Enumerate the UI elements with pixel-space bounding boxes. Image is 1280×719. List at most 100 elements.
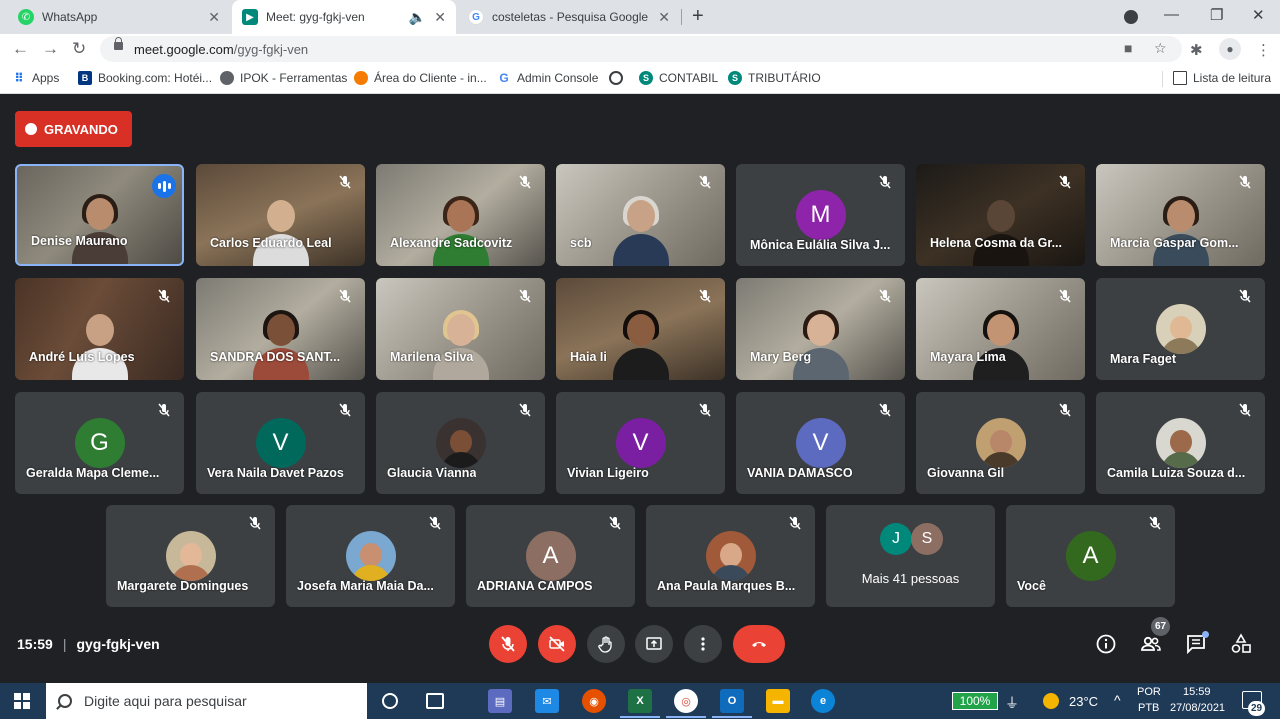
bookmark-contabil[interactable]: S CONTABIL: [639, 71, 718, 85]
participant-tile[interactable]: M Mônica Eulália Silva J...: [736, 164, 905, 266]
back-button[interactable]: ←: [12, 39, 29, 59]
participant-tile[interactable]: Margarete Domingues: [106, 505, 275, 607]
file-explorer-icon[interactable]: ▬: [766, 689, 790, 713]
address-bar[interactable]: meet.google.com/gyg-fgkj-ven ■ ☆: [100, 36, 1182, 62]
participant-tile[interactable]: V VANIA DAMASCO: [736, 392, 905, 494]
taskbar-search[interactable]: Digite aqui para pesquisar: [46, 683, 367, 719]
mic-muted-icon: [337, 402, 353, 418]
close-tab-icon[interactable]: ✕: [658, 9, 670, 26]
cortana-icon[interactable]: [382, 693, 398, 709]
windows-start-icon[interactable]: [14, 693, 30, 709]
bookmark-booking[interactable]: B Booking.com: Hotéi...: [78, 71, 212, 85]
meet-icon: ▶: [242, 9, 258, 25]
participant-tile[interactable]: Ana Paula Marques B...: [646, 505, 815, 607]
store-icon[interactable]: ▤: [488, 689, 512, 713]
close-tab-icon[interactable]: ✕: [434, 9, 446, 26]
new-tab-button[interactable]: +: [692, 5, 704, 28]
speaking-indicator-icon: [152, 174, 176, 198]
reading-list-button[interactable]: Lista de leitura: [1173, 71, 1271, 85]
participant-tile[interactable]: Haia Ii: [556, 278, 725, 380]
participant-tile[interactable]: Helena Cosma da Gr...: [916, 164, 1085, 266]
participant-tile[interactable]: Glaucia Vianna: [376, 392, 545, 494]
bookmark-tributario[interactable]: S TRIBUTÁRIO: [728, 71, 821, 85]
leave-call-button[interactable]: [733, 625, 785, 663]
battery-indicator[interactable]: 100%: [952, 692, 998, 710]
activities-button[interactable]: [1230, 633, 1252, 655]
participant-tile[interactable]: Josefa Maria Maia Da...: [286, 505, 455, 607]
participant-tile[interactable]: V Vera Naila Davet Pazos: [196, 392, 365, 494]
toggle-mic-button[interactable]: [489, 625, 527, 663]
s-logo-icon: S: [728, 71, 742, 85]
weather-icon[interactable]: [1043, 693, 1059, 709]
participants-button[interactable]: [1140, 633, 1162, 655]
participant-tile[interactable]: Denise Maurano: [15, 164, 184, 266]
video-feed: [792, 310, 849, 380]
minimize-button[interactable]: —: [1164, 6, 1179, 23]
participant-tile[interactable]: V Vivian Ligeiro: [556, 392, 725, 494]
language-bottom[interactable]: PTB: [1138, 702, 1159, 714]
self-tile[interactable]: A Você: [1006, 505, 1175, 607]
profile-avatar[interactable]: ●: [1219, 38, 1241, 60]
bookmark-ipok[interactable]: IPOK - Ferramentas: [220, 71, 347, 85]
bookmark-star-icon[interactable]: ☆: [1154, 40, 1167, 57]
reload-button[interactable]: ↻: [72, 39, 86, 59]
tab-whatsapp[interactable]: ✆ WhatsApp ✕: [8, 0, 230, 34]
edge-icon[interactable]: e: [811, 689, 835, 713]
task-view-icon[interactable]: [426, 693, 444, 709]
tab-google-search[interactable]: G costeletas - Pesquisa Google ✕: [458, 0, 680, 34]
participant-tile[interactable]: André Luis Lopes: [15, 278, 184, 380]
participant-tile[interactable]: Mara Faget: [1096, 278, 1265, 380]
meeting-code: gyg-fgkj-ven: [76, 636, 160, 652]
maximize-button[interactable]: ❐: [1210, 6, 1223, 24]
outlook-icon[interactable]: O: [712, 689, 752, 718]
more-participants-tile[interactable]: J S Mais 41 pessoas: [826, 505, 995, 607]
temperature[interactable]: 23°C: [1069, 694, 1098, 709]
clock-time[interactable]: 15:59: [1183, 686, 1211, 698]
participant-tile[interactable]: scb: [556, 164, 725, 266]
audio-playing-icon[interactable]: 🔈: [409, 9, 426, 26]
forward-button[interactable]: →: [42, 39, 59, 59]
camera-in-use-icon[interactable]: ■: [1124, 40, 1132, 56]
mail-icon[interactable]: ✉: [535, 689, 559, 713]
participant-tile[interactable]: Marcia Gaspar Gom...: [1096, 164, 1265, 266]
extensions-icon[interactable]: ✱: [1190, 41, 1203, 59]
participant-initial-avatar: V: [615, 418, 666, 468]
tab-meet[interactable]: ▶ Meet: gyg-fgkj-ven 🔈 ✕: [232, 0, 456, 34]
tab-search-icon[interactable]: [1124, 10, 1138, 24]
browser-menu-icon[interactable]: ⋮: [1256, 41, 1271, 59]
chrome-icon[interactable]: ◎: [666, 689, 706, 718]
raise-hand-button[interactable]: [587, 625, 625, 663]
close-tab-icon[interactable]: ✕: [208, 9, 220, 26]
mic-muted-icon: [156, 288, 172, 304]
participant-tile[interactable]: Mary Berg: [736, 278, 905, 380]
bookmark-admin-console[interactable]: G Admin Console: [497, 71, 598, 85]
bookmark-spiral[interactable]: [609, 71, 629, 85]
participant-tile[interactable]: Carlos Eduardo Leal: [196, 164, 365, 266]
bookmark-area-cliente[interactable]: Área do Cliente - in...: [354, 71, 487, 85]
chevron-up-icon[interactable]: ^: [1114, 692, 1121, 708]
mic-muted-icon: [877, 174, 893, 190]
language-top[interactable]: POR: [1137, 686, 1161, 698]
participant-name: Marcia Gaspar Gom...: [1110, 236, 1239, 250]
windows-taskbar: Digite aqui para pesquisar ▤ ✉ ◉ X ◎ O ▬…: [0, 683, 1280, 719]
clock-date[interactable]: 27/08/2021: [1170, 702, 1225, 714]
meeting-details-button[interactable]: [1095, 633, 1117, 655]
participant-tile[interactable]: Giovanna Gil: [916, 392, 1085, 494]
present-screen-button[interactable]: [635, 625, 673, 663]
participant-tile[interactable]: Marilena Silva: [376, 278, 545, 380]
close-window-button[interactable]: ✕: [1252, 6, 1265, 24]
participant-tile[interactable]: A ADRIANA CAMPOS: [466, 505, 635, 607]
participant-tile[interactable]: Alexandre Sadcovitz: [376, 164, 545, 266]
participant-tile[interactable]: Mayara Lima: [916, 278, 1085, 380]
participant-tile[interactable]: G Geralda Mapa Cleme...: [15, 392, 184, 494]
excel-icon[interactable]: X: [620, 689, 660, 718]
more-options-button[interactable]: [684, 625, 722, 663]
url-text: meet.google.com/gyg-fgkj-ven: [134, 42, 309, 57]
toggle-camera-button[interactable]: [538, 625, 576, 663]
participant-tile[interactable]: SANDRA DOS SANT...: [196, 278, 365, 380]
participant-tile[interactable]: Camila Luiza Souza d...: [1096, 392, 1265, 494]
bookmark-apps[interactable]: ⠿ Apps: [12, 71, 59, 85]
booking-icon: B: [78, 71, 92, 85]
app-orange-icon[interactable]: ◉: [582, 689, 606, 713]
lock-icon: [114, 37, 123, 50]
